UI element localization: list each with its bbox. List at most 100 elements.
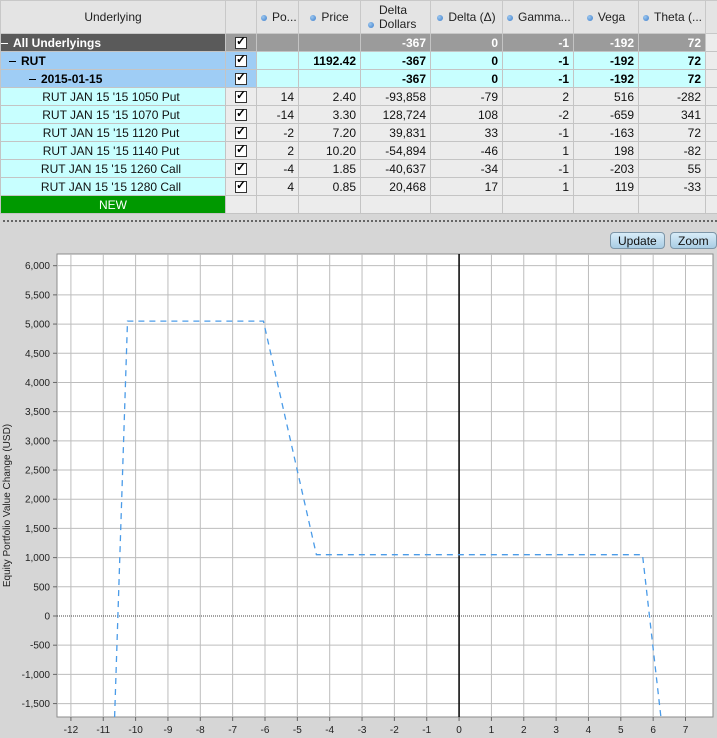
- x-tick-label: 6: [650, 725, 656, 736]
- sort-indicator-icon: [643, 14, 649, 21]
- position-row[interactable]: RUT JAN 15 '15 1280 Call 40.8520,46817111…: [0, 177, 717, 196]
- update-button[interactable]: Update: [610, 232, 665, 249]
- position-row[interactable]: RUT JAN 15 '15 1120 Put -27.2039,83133-1-…: [0, 123, 717, 142]
- empty-cell: [502, 195, 574, 214]
- column-header-label: Po...: [272, 10, 297, 24]
- sort-indicator-icon: [507, 14, 513, 21]
- zoom-button[interactable]: Zoom: [670, 232, 717, 249]
- underlying-cell[interactable]: RUT: [0, 51, 226, 70]
- vega-cell: -203: [573, 159, 639, 178]
- empty-cell: [360, 195, 431, 214]
- column-header-7[interactable]: Vega: [573, 0, 639, 34]
- include-cell: [225, 69, 257, 88]
- new-position-button[interactable]: NEW: [0, 195, 226, 214]
- x-axis-ticks: -12 -11 -10 -9 -8 -7 -6 -5 -4 -3 -2 -1 0 1 2 3 4 5 6 7: [64, 717, 689, 736]
- column-header-label: Delta Dollars: [379, 3, 417, 31]
- table-header-row: Underlying Po... Price Delta Dollars Delta (…: [0, 0, 717, 34]
- y-tick-label: 5,000: [25, 320, 50, 331]
- underlying-label: RUT JAN 15 '15 1120 Put: [42, 125, 180, 140]
- underlying-cell[interactable]: 2015-01-15: [0, 69, 226, 88]
- underlying-cell[interactable]: RUT JAN 15 '15 1120 Put: [0, 123, 226, 142]
- delta-cell: -34: [430, 159, 503, 178]
- include-checkbox[interactable]: [235, 107, 247, 122]
- column-header-8[interactable]: Theta (...: [638, 0, 706, 34]
- delta-dollars-cell: 128,724: [360, 105, 431, 124]
- collapse-icon[interactable]: [29, 78, 36, 80]
- include-checkbox[interactable]: [235, 53, 247, 68]
- theta-cell: 72: [638, 51, 706, 70]
- gamma-cell: 1: [502, 177, 574, 196]
- underlying-cell[interactable]: All Underlyings: [0, 33, 226, 52]
- position-row[interactable]: RUT JAN 15 '15 1070 Put -143.30128,724108…: [0, 105, 717, 124]
- include-checkbox[interactable]: [235, 161, 247, 176]
- include-checkbox[interactable]: [235, 89, 247, 104]
- underlying-cell[interactable]: RUT JAN 15 '15 1140 Put: [0, 141, 226, 160]
- vega-cell: -659: [573, 105, 639, 124]
- column-header-6[interactable]: Gamma...: [502, 0, 574, 34]
- theta-cell: 72: [638, 69, 706, 88]
- gamma-cell: -2: [502, 105, 574, 124]
- positions-table: Underlying Po... Price Delta Dollars Delta (…: [0, 0, 717, 214]
- column-header-label: Gamma...: [518, 10, 571, 24]
- empty-cell: [225, 195, 257, 214]
- include-checkbox[interactable]: [235, 179, 247, 194]
- filler-cell: [705, 87, 717, 106]
- collapse-icon[interactable]: [1, 42, 8, 44]
- underlying-cell[interactable]: RUT JAN 15 '15 1050 Put: [0, 87, 226, 106]
- underlying-label: RUT JAN 15 '15 1280 Call: [40, 179, 182, 194]
- table-body: All Underlyings-3670-1-19272RUT1192.42-3…: [0, 33, 717, 214]
- underlying-cell[interactable]: RUT JAN 15 '15 1070 Put: [0, 105, 226, 124]
- x-tick-label: -3: [358, 725, 367, 736]
- include-cell: [225, 141, 257, 160]
- collapse-icon[interactable]: [9, 60, 16, 62]
- empty-cell: [638, 195, 706, 214]
- y-tick-label: 3,500: [25, 407, 50, 418]
- column-header-label: Theta (...: [654, 10, 703, 24]
- gamma-cell: -1: [502, 69, 574, 88]
- underlying-cell[interactable]: RUT JAN 15 '15 1280 Call: [0, 177, 226, 196]
- splitter-handle[interactable]: [0, 213, 717, 229]
- position-row[interactable]: RUT JAN 15 '15 1140 Put210.20-54,894-461…: [0, 141, 717, 160]
- column-header-1[interactable]: [225, 0, 257, 34]
- price-cell: 0.85: [298, 177, 361, 196]
- include-cell: [225, 33, 257, 52]
- include-checkbox[interactable]: [235, 71, 247, 86]
- empty-cell: [705, 195, 717, 214]
- group-row[interactable]: RUT 1192.42-3670-1-19272: [0, 51, 717, 70]
- empty-cell: [298, 195, 361, 214]
- price-cell: 7.20: [298, 123, 361, 142]
- underlying-cell[interactable]: RUT JAN 15 '15 1260 Call: [0, 159, 226, 178]
- group-row[interactable]: All Underlyings -3670-1-19272: [0, 33, 717, 52]
- vega-cell: -192: [573, 51, 639, 70]
- filler-cell: [705, 69, 717, 88]
- column-header-4[interactable]: Delta Dollars: [360, 0, 431, 34]
- vega-cell: 198: [573, 141, 639, 160]
- gamma-cell: -1: [502, 123, 574, 142]
- column-header-3[interactable]: Price: [298, 0, 361, 34]
- include-cell: [225, 123, 257, 142]
- column-header-2[interactable]: Po...: [256, 0, 299, 34]
- filler-cell: [705, 141, 717, 160]
- x-tick-label: -9: [163, 725, 172, 736]
- include-checkbox[interactable]: [235, 125, 247, 140]
- y-tick-label: 4,000: [25, 378, 50, 389]
- sort-indicator-icon: [437, 14, 444, 21]
- delta-dollars-cell: -93,858: [360, 87, 431, 106]
- new-position-row[interactable]: NEW: [0, 195, 717, 214]
- column-header-5[interactable]: Delta (Δ): [430, 0, 503, 34]
- price-cell: 2.40: [298, 87, 361, 106]
- gamma-cell: -1: [502, 159, 574, 178]
- group-row[interactable]: 2015-01-15 -3670-1-19272: [0, 69, 717, 88]
- delta-cell: -79: [430, 87, 503, 106]
- underlying-label: RUT JAN 15 '15 1260 Call: [40, 161, 182, 176]
- position-row[interactable]: RUT JAN 15 '15 1260 Call -41.85-40,637-34…: [0, 159, 717, 178]
- delta-cell: 17: [430, 177, 503, 196]
- position-row[interactable]: RUT JAN 15 '15 1050 Put 142.40-93,858-792…: [0, 87, 717, 106]
- delta-dollars-cell: -367: [360, 69, 431, 88]
- include-checkbox[interactable]: [235, 35, 247, 50]
- include-checkbox[interactable]: [235, 143, 247, 158]
- underlying-label: RUT JAN 15 '15 1050 Put: [42, 89, 180, 104]
- column-header-0[interactable]: Underlying: [0, 0, 226, 34]
- delta-dollars-cell: -54,894: [360, 141, 431, 160]
- column-header-label: Price: [321, 10, 349, 24]
